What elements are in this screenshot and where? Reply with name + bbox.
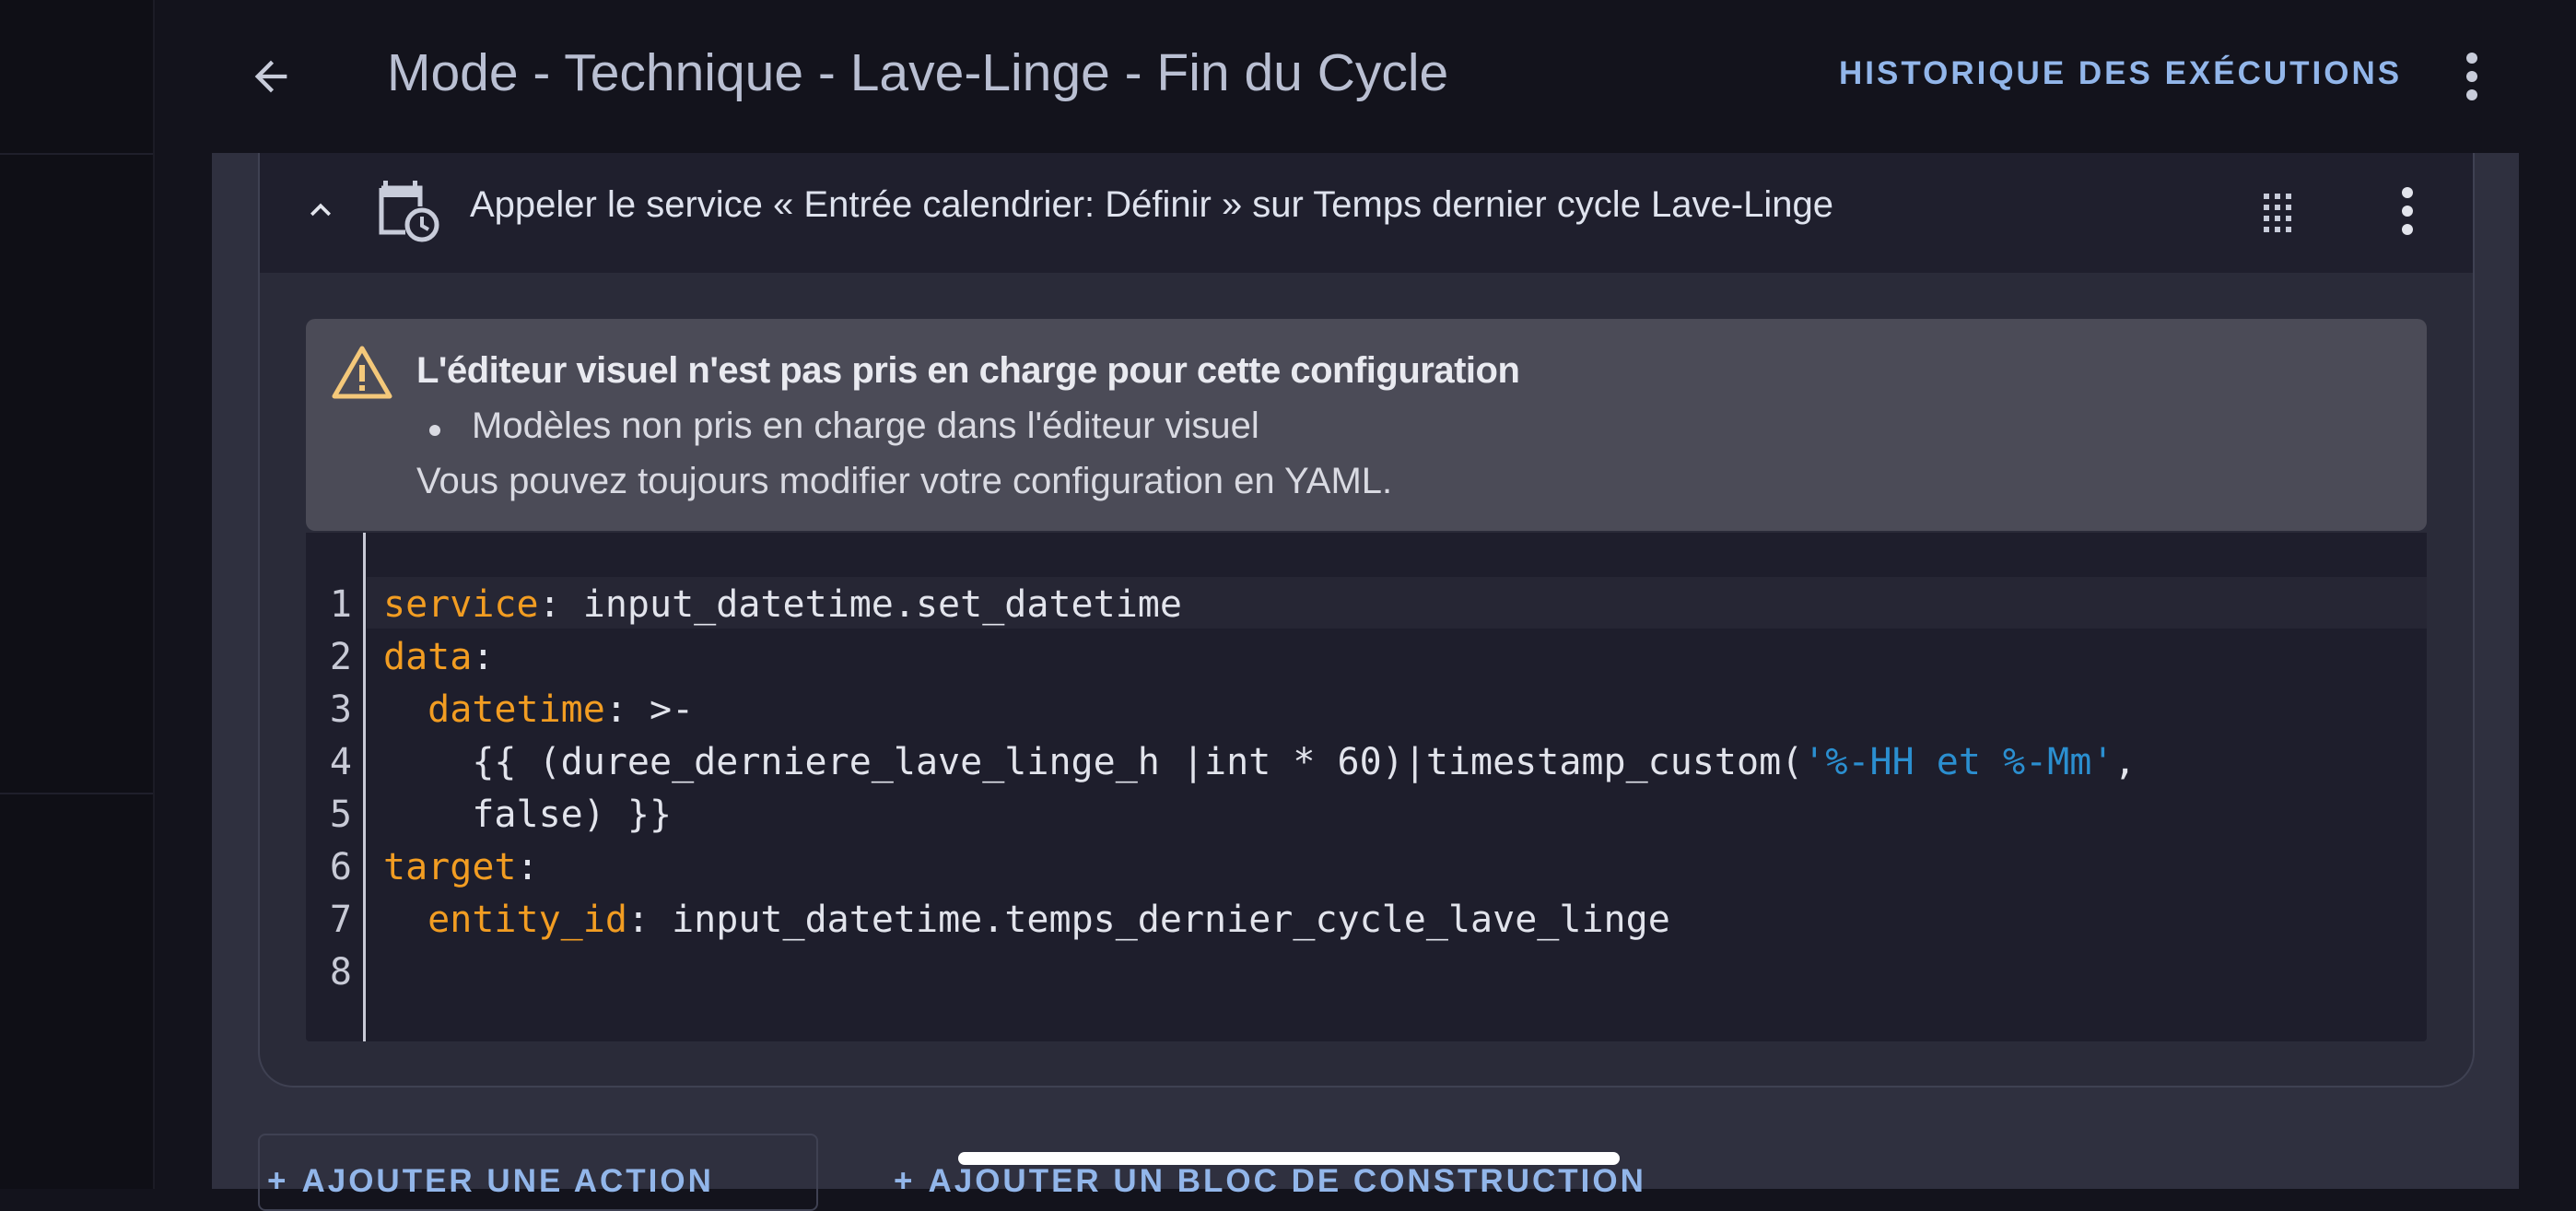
code-line[interactable]: datetime: >- (383, 684, 2137, 736)
line-number-gutter: 1 2 3 4 5 6 7 8 (306, 579, 352, 999)
code-line[interactable] (383, 946, 2137, 999)
page-title: Mode - Technique - Lave-Linge - Fin du C… (387, 43, 1449, 102)
yaml-key: service (383, 583, 539, 626)
code-line[interactable]: service: input_datetime.set_datetime (383, 579, 2137, 631)
collapse-button[interactable] (293, 182, 348, 238)
top-app-bar: Mode - Technique - Lave-Linge - Fin du C… (155, 0, 2576, 153)
more-vertical-icon (2402, 187, 2413, 235)
yaml-key: datetime (427, 688, 605, 731)
yaml-key: entity_id (427, 899, 627, 941)
editor-content: Appeler le service « Entrée calendrier: … (212, 153, 2519, 1211)
action-card-header[interactable]: Appeler le service « Entrée calendrier: … (260, 153, 2473, 273)
bullet (429, 425, 440, 436)
warning-icon (330, 343, 394, 402)
warning-list-item: Modèles non pris en charge dans l'éditeu… (472, 406, 1259, 446)
code-line[interactable]: target: (383, 841, 2137, 894)
line-number: 2 (329, 636, 352, 678)
line-number: 7 (329, 899, 352, 941)
code-lines: service: input_datetime.set_datetime dat… (383, 579, 2137, 999)
add-action-button[interactable]: + AJOUTER UNE ACTION (267, 1163, 714, 1200)
code-line[interactable]: false) }} (383, 789, 2137, 841)
yaml-code-editor[interactable]: 1 2 3 4 5 6 7 8 service: input_datetime.… (306, 533, 2427, 1041)
yaml-value: {{ (duree_derniere_lave_linge_h |int * 6… (383, 741, 1804, 783)
line-number: 6 (329, 846, 352, 888)
add-block-button[interactable]: + AJOUTER UN BLOC DE CONSTRUCTION (894, 1163, 1646, 1200)
calendar-clock-icon (378, 175, 442, 245)
history-button[interactable]: HISTORIQUE DES EXÉCUTIONS (1839, 55, 2402, 92)
rail-divider (0, 793, 153, 794)
plus-icon: + (267, 1163, 289, 1199)
more-vertical-icon (2466, 53, 2477, 100)
action-card-title: Appeler le service « Entrée calendrier: … (470, 184, 1833, 225)
warning-alert: L'éditeur visuel n'est pas pris en charg… (306, 319, 2427, 531)
code-line[interactable]: entity_id: input_datetime.temps_dernier_… (383, 894, 2137, 946)
drag-grid-icon (2264, 194, 2291, 232)
code-line[interactable]: {{ (duree_derniere_lave_linge_h |int * 6… (383, 736, 2137, 789)
action-card: Appeler le service « Entrée calendrier: … (258, 153, 2475, 1088)
warning-footer: Vous pouvez toujours modifier votre conf… (416, 461, 1393, 501)
line-number: 4 (329, 741, 352, 783)
left-rail (0, 0, 155, 1189)
yaml-value: : >- (604, 688, 695, 731)
chevron-up-icon (310, 203, 331, 217)
line-number: 1 (329, 583, 352, 626)
line-number: 5 (329, 794, 352, 836)
yaml-value: , (2113, 741, 2137, 783)
overflow-menu-button[interactable] (2449, 46, 2495, 107)
add-action-label: AJOUTER UNE ACTION (301, 1163, 714, 1199)
code-line[interactable]: data: (383, 631, 2137, 684)
line-number: 3 (329, 688, 352, 731)
plus-icon: + (894, 1163, 916, 1199)
home-indicator[interactable] (958, 1152, 1620, 1165)
yaml-value: : (472, 636, 495, 678)
warning-title: L'éditeur visuel n'est pas pris en charg… (416, 350, 1520, 391)
card-overflow-menu-button[interactable] (2384, 181, 2430, 241)
yaml-value: : input_datetime.set_datetime (538, 583, 1182, 626)
rail-divider (0, 153, 153, 155)
line-number: 8 (329, 951, 352, 993)
yaml-string: '%-HH et %-Mm' (1803, 741, 2114, 783)
drag-handle[interactable] (2250, 184, 2305, 240)
yaml-key: data (383, 636, 473, 678)
back-button[interactable] (225, 37, 317, 116)
yaml-key: target (383, 846, 517, 888)
arrow-left-icon (254, 60, 287, 93)
yaml-value: : (516, 846, 539, 888)
add-block-label: AJOUTER UN BLOC DE CONSTRUCTION (928, 1163, 1646, 1199)
gutter-border (363, 533, 366, 1041)
yaml-value: : input_datetime.temps_dernier_cycle_lav… (626, 899, 1670, 941)
